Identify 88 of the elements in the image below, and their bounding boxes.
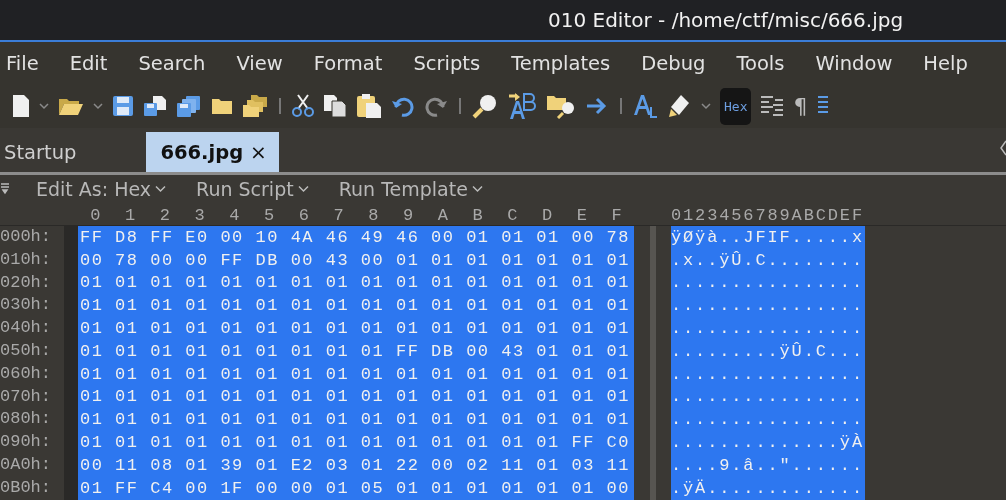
ascii-row[interactable]: ÿØÿà..JFIF.....x — [671, 226, 865, 249]
ascii-row[interactable]: .x..ÿÛ.C........ — [671, 248, 865, 272]
row-offset: 040h: — [0, 317, 52, 340]
row-offset: 050h: — [0, 340, 52, 362]
dropdown-caret-icon[interactable] — [297, 185, 309, 193]
find-in-files-icon[interactable] — [546, 93, 576, 119]
redo-icon[interactable] — [424, 95, 448, 117]
ascii-row[interactable]: .ÿÄ............. — [671, 476, 865, 500]
ascii-column-header: 0123456789ABCDEF — [671, 207, 864, 225]
row-offset: 0A0h: — [0, 453, 52, 476]
menu-item[interactable]: Help — [923, 51, 968, 75]
column-header: B — [471, 207, 484, 225]
column-header: 6 — [297, 207, 310, 225]
save-icon[interactable] — [112, 95, 134, 117]
column-header: 8 — [367, 207, 380, 225]
dropdown-caret-icon[interactable] — [701, 102, 711, 110]
row-offset: 010h: — [0, 248, 52, 271]
dropdown-caret-icon[interactable] — [155, 185, 167, 193]
font-icon[interactable] — [633, 93, 659, 119]
save-all-icon[interactable] — [176, 95, 202, 117]
menu-item[interactable]: File — [6, 51, 39, 75]
folders-icon[interactable] — [242, 94, 268, 118]
column-header: D — [541, 207, 554, 225]
hex-toggle-button[interactable]: Hex — [720, 87, 752, 125]
column-header: E — [575, 207, 588, 225]
dropdown-caret-icon[interactable] — [471, 185, 483, 193]
menu-item[interactable]: Search — [138, 51, 206, 75]
ascii-row[interactable]: ................ — [671, 362, 865, 386]
menu-item[interactable]: Tools — [736, 51, 785, 75]
search-icon[interactable] — [472, 93, 498, 119]
scroll-left-icon[interactable] — [1000, 140, 1006, 156]
column-header: 7 — [332, 207, 345, 225]
row-offset: 000h: — [0, 226, 52, 248]
column-header: 5 — [263, 207, 276, 225]
column-header: 3 — [193, 207, 206, 225]
arrow-right-icon[interactable] — [585, 95, 609, 117]
dropdown-caret-icon[interactable] — [39, 102, 49, 110]
menu-item[interactable]: Templates — [511, 51, 611, 75]
ascii-row[interactable]: ................ — [671, 294, 865, 318]
column-header: 1 — [124, 207, 137, 225]
dropdown-menu[interactable]: Run Template — [338, 178, 468, 200]
pilcrow-button[interactable]: ¶ — [793, 93, 808, 119]
row-offset: 020h: — [0, 271, 52, 294]
row-offset: 0B0h: — [0, 476, 52, 499]
tab[interactable]: Startup — [0, 132, 87, 172]
column-header: C — [506, 207, 519, 225]
column-header: 9 — [402, 207, 415, 225]
ascii-row[interactable]: ................ — [671, 385, 865, 409]
window-title: 010 Editor - /home/ctf/misc/666.jpg — [548, 8, 904, 32]
ascii-row[interactable]: ..............ÿÀ — [671, 431, 865, 454]
menu-item[interactable]: Format — [313, 51, 383, 75]
highlighter-icon[interactable] — [668, 93, 692, 119]
close-icon[interactable]: × — [250, 140, 267, 164]
menu-item[interactable]: Window — [815, 51, 893, 75]
column-header: 4 — [228, 207, 241, 225]
undo-icon[interactable] — [391, 95, 415, 117]
row-offset: 090h: — [0, 431, 52, 454]
dropdown-menu[interactable]: Edit As: Hex — [36, 178, 152, 200]
column-header: 0 — [89, 207, 102, 225]
ascii-row[interactable]: ....9.â.."...... — [671, 453, 865, 477]
column-header: A — [436, 207, 449, 225]
column-header: F — [610, 207, 623, 225]
ascii-row[interactable]: ................ — [671, 408, 865, 432]
replace-icon[interactable] — [507, 92, 537, 120]
tab[interactable]: 666.jpg × — [146, 132, 279, 172]
menu-item[interactable]: View — [236, 51, 283, 75]
row-offset: 030h: — [0, 294, 52, 317]
ascii-row[interactable]: .........ÿÛ.C... — [671, 340, 865, 363]
dropdown-caret-icon[interactable] — [93, 102, 103, 110]
menu-item[interactable]: Scripts — [413, 51, 481, 75]
row-offset: 070h: — [0, 385, 52, 408]
open-folder-icon[interactable] — [58, 96, 84, 116]
collapse-icon[interactable] — [0, 183, 10, 195]
ascii-row[interactable]: ................ — [671, 271, 865, 295]
new-file-icon[interactable] — [12, 94, 30, 118]
scissors-icon[interactable] — [292, 94, 314, 118]
copy-icon[interactable] — [323, 94, 347, 118]
menu-item[interactable]: Edit — [69, 51, 108, 75]
folder-icon[interactable] — [211, 97, 233, 115]
menu-item[interactable]: Debug — [641, 51, 706, 75]
row-offset: 080h: — [0, 408, 52, 431]
ascii-row[interactable]: ................ — [671, 317, 865, 340]
paste-icon[interactable] — [356, 93, 382, 119]
row-offset: 060h: — [0, 362, 52, 385]
compare-icon[interactable] — [760, 95, 785, 117]
dropdown-menu[interactable]: Run Script — [196, 178, 294, 200]
save-as-icon[interactable] — [143, 95, 167, 117]
column-header: 2 — [158, 207, 171, 225]
